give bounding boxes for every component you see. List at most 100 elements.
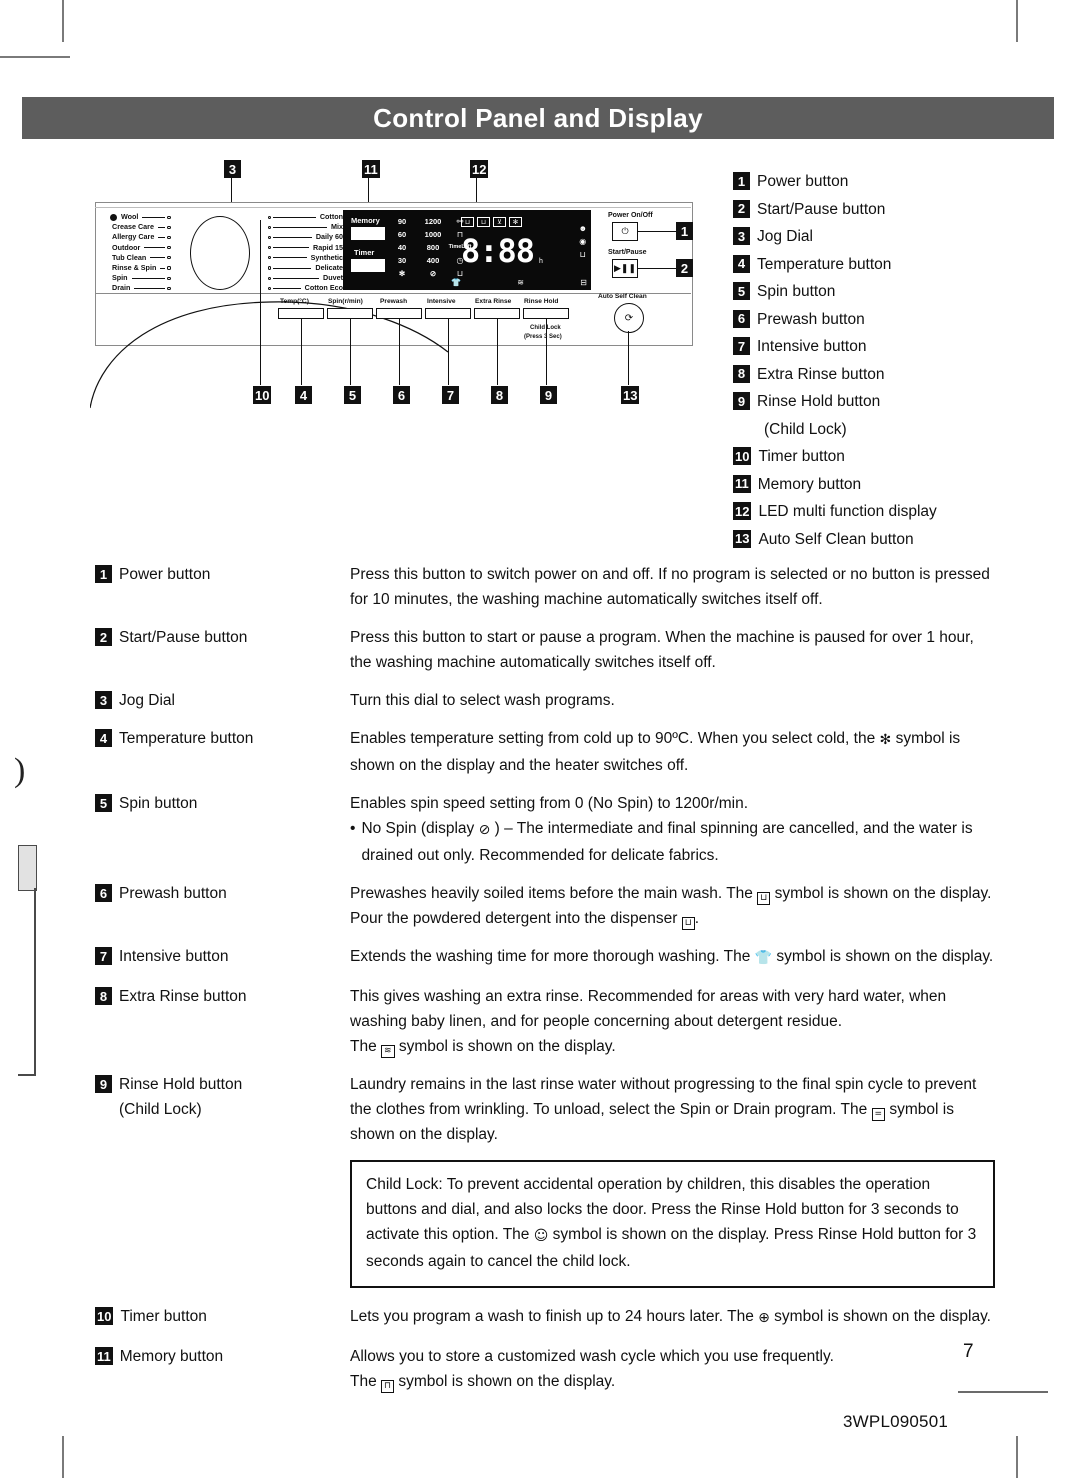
- spin-stage-icon: ⊻: [493, 217, 506, 227]
- hour-unit-label: h: [539, 258, 543, 265]
- rinse-hold-button[interactable]: [523, 308, 569, 319]
- legend-number: 3: [733, 227, 750, 245]
- scan-artifact-paren: ): [14, 752, 26, 789]
- description-term: 6 Prewash button: [95, 881, 350, 906]
- description-bullet: • No Spin (display ⊘ ) – The intermediat…: [350, 816, 995, 868]
- row-number: 2: [95, 628, 112, 646]
- auto-self-clean-icon: ◉: [579, 237, 587, 246]
- description-term: 9 Rinse Hold button (Child Lock): [95, 1072, 350, 1122]
- indicator-dot: [167, 235, 171, 240]
- row-number: 1: [95, 565, 112, 583]
- temp-value: 40: [397, 243, 407, 252]
- indicator-dot: [167, 246, 171, 250]
- description-body: Turn this dial to select wash programs.: [350, 692, 615, 709]
- spin-button[interactable]: [327, 308, 373, 319]
- wash-stage-icon: ⊔: [461, 217, 474, 227]
- description-term: 8 Extra Rinse button: [95, 984, 350, 1009]
- legend-label: Start/Pause button: [757, 200, 886, 218]
- callout-7: 7: [442, 386, 459, 404]
- leader-line-1: [638, 231, 676, 233]
- legend-label: Auto Self Clean button: [758, 530, 914, 548]
- footer-rule: [958, 1391, 1048, 1393]
- program-list-left: Wool Crease Care Allergy Care Outdoor Tu…: [110, 212, 171, 294]
- legend-label: Spin button: [757, 283, 836, 300]
- description-body: Laundry remains in the last rinse water …: [350, 1072, 995, 1147]
- callout-4: 4: [295, 386, 312, 404]
- legend-number: 10: [733, 447, 752, 465]
- end-stage-icon: ✻: [509, 217, 522, 227]
- self-clean-icon: ⟳: [624, 312, 634, 324]
- child-lock-face-icon: ☻: [578, 224, 587, 233]
- description-table: 1 Power button Press this button to switc…: [95, 562, 995, 1407]
- legend-item: 4 Temperature button: [733, 251, 1053, 279]
- description-row: 2 Start/Pause button Press this button to…: [95, 625, 995, 675]
- power-button[interactable]: ⏻: [612, 222, 638, 241]
- prewash-button[interactable]: [376, 308, 422, 319]
- row-term-sublabel: (Child Lock): [119, 1101, 202, 1118]
- row-number: 6: [95, 884, 112, 902]
- legend-number: 7: [733, 337, 750, 355]
- program-item: Duvet: [268, 273, 345, 283]
- extra-rinse-button[interactable]: [474, 308, 520, 319]
- timer-button-label: Timer: [354, 248, 375, 257]
- description-body: Press this button to start or pause a pr…: [350, 629, 974, 671]
- legend-number: 5: [733, 282, 750, 300]
- intensive-icon: 👕: [451, 278, 461, 287]
- spin-value: 400: [426, 256, 440, 265]
- legend-item: 8 Extra Rinse button: [733, 361, 1053, 389]
- temp-value: 60: [397, 230, 407, 239]
- program-item: Delicate: [268, 263, 345, 273]
- legend-number: 11: [733, 474, 751, 493]
- play-pause-icon: ▶❚❚: [613, 263, 636, 273]
- jog-dial[interactable]: [190, 216, 250, 290]
- description-body-part-a: Prewashes heavily soiled items before th…: [350, 885, 753, 902]
- prewash-button-label: Prewash: [380, 298, 408, 305]
- description-term: 11 Memory button: [95, 1344, 350, 1369]
- extra-rinse-button-label: Extra Rinse: [475, 298, 512, 305]
- legend-item: 12 LED multi function display: [733, 498, 1053, 526]
- extra-rinse-icon: ≋: [517, 278, 524, 287]
- legend-item: 1 Power button: [733, 168, 1053, 196]
- description-body-part-c: .: [694, 910, 700, 927]
- leader-line-9: [546, 319, 548, 385]
- page-title: Control Panel and Display: [22, 97, 1054, 139]
- legend-item: 9 Rinse Hold button: [733, 388, 1053, 416]
- description-body-part-b: symbol is shown on the display.: [398, 1373, 616, 1390]
- spin-value: 1200: [424, 217, 442, 226]
- document-code: 3WPL090501: [843, 1412, 949, 1431]
- legend-sublabel: (Child Lock): [764, 420, 847, 438]
- description-body: Enables spin speed setting from 0 (No Sp…: [350, 791, 995, 868]
- memory-button[interactable]: [351, 227, 385, 240]
- intensive-button[interactable]: [425, 308, 471, 319]
- page-number: 7: [963, 1341, 974, 1362]
- rinse-stage-icon: ⊔: [477, 217, 490, 227]
- indicator-dot: [268, 235, 272, 240]
- callout-11: 11: [362, 160, 380, 178]
- legend-number: 2: [733, 199, 750, 218]
- leader-line-13: [628, 331, 630, 385]
- crop-mark-top-right: [1016, 0, 1018, 42]
- indicator-dot: [268, 286, 272, 290]
- timer-button[interactable]: [351, 259, 385, 272]
- description-term: 7 Intensive button: [95, 944, 350, 969]
- row-term-label: Prewash button: [119, 885, 227, 902]
- description-term: 4 Temperature button: [95, 726, 350, 751]
- row-term-label: Jog Dial: [119, 692, 175, 709]
- description-term: 10 Timer button: [95, 1304, 350, 1329]
- rinse-hold-icon: ⊟: [580, 278, 587, 287]
- description-body: Extends the washing time for more thorou…: [350, 944, 995, 971]
- temperature-button[interactable]: [278, 308, 324, 319]
- start-pause-button[interactable]: ▶❚❚: [612, 259, 638, 278]
- rinse-hold-icon: =: [871, 1108, 886, 1121]
- indicator-dot: [167, 276, 171, 280]
- description-term: 2 Start/Pause button: [95, 625, 350, 650]
- indicator-dot: [268, 276, 272, 280]
- memory-button-label: Memory: [351, 216, 380, 225]
- power-icon: ⏻: [621, 226, 629, 236]
- indicator-dot: [268, 246, 272, 250]
- legend-number: 13: [733, 529, 752, 548]
- row-term-label: Rinse Hold button: [119, 1076, 243, 1093]
- led-top-indicator-row: ⊔ ⊔ ⊻ ✻: [461, 217, 522, 227]
- description-body-part-a: The: [350, 1373, 377, 1390]
- auto-self-clean-button[interactable]: ⟳: [614, 303, 644, 333]
